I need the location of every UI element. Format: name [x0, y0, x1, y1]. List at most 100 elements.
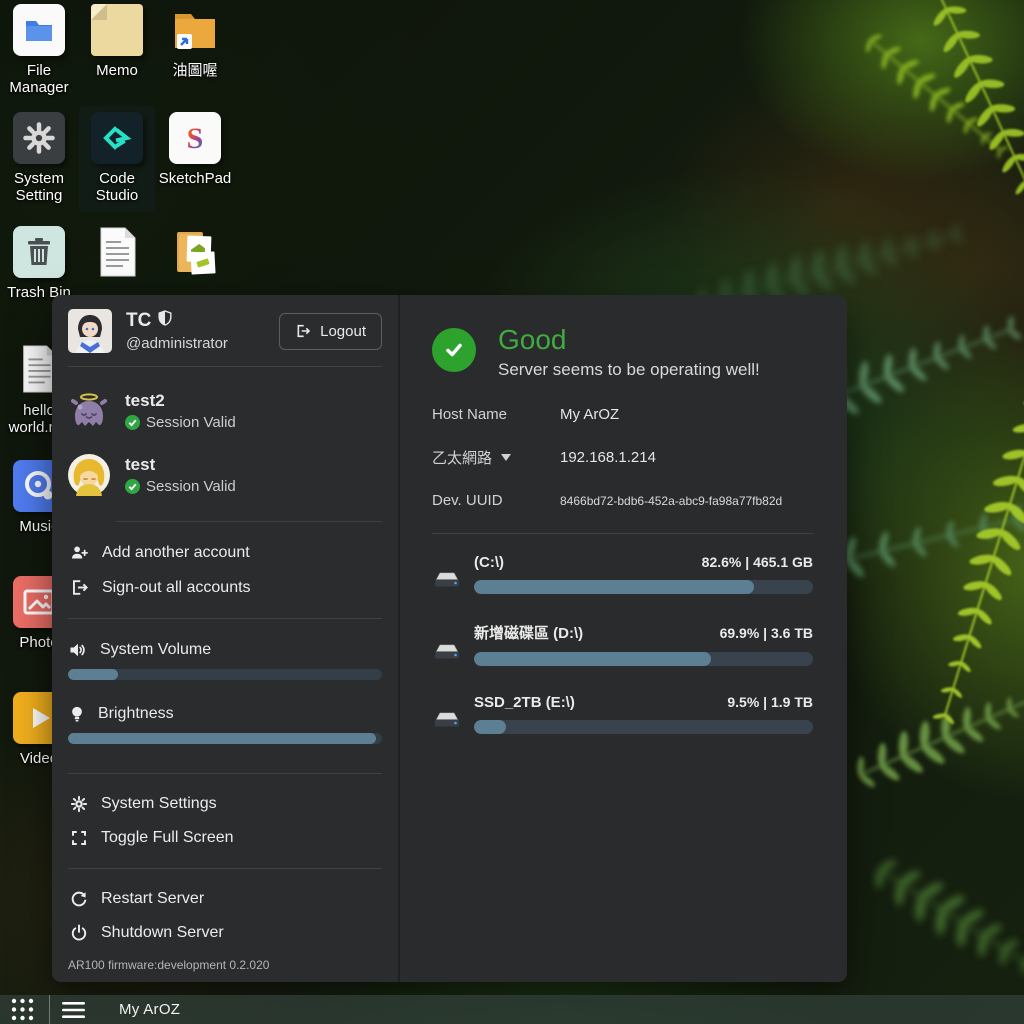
volume-label-row: System Volume: [68, 640, 382, 660]
file-manager-icon: [13, 4, 65, 56]
menu-label: Add another account: [102, 544, 250, 562]
chevron-down-icon: [501, 454, 511, 461]
server-status-panel: Good Server seems to be operating well! …: [400, 295, 847, 982]
person-plus-icon: [70, 543, 89, 562]
shield-half-icon: [158, 310, 172, 332]
logout-button[interactable]: Logout: [279, 313, 382, 350]
grid-icon: [10, 997, 35, 1022]
desktop-screen: File Manager Memo 油圖喔 System Settin: [0, 0, 1024, 1024]
icon-label: 油圖喔: [157, 62, 233, 79]
toggle-fullscreen-item[interactable]: Toggle Full Screen: [68, 821, 382, 855]
icon-label: Code Studio: [79, 170, 155, 204]
hard-drive-icon: [432, 569, 462, 594]
disk-usage-fill: [474, 580, 754, 594]
network-label: 乙太網路: [432, 447, 492, 468]
hostname-value: My ArOZ: [560, 406, 619, 423]
logout-label: Logout: [320, 323, 366, 340]
menu-button[interactable]: [50, 1002, 101, 1018]
disk-name: SSD_2TB (E:\): [474, 694, 575, 711]
disk-usage-fill: [474, 652, 711, 666]
disk-usage-fill: [474, 720, 506, 734]
gear-icon: [70, 795, 88, 813]
hostname-label: Host Name: [432, 406, 507, 423]
desktop-icon-trash-bin[interactable]: Trash Bin: [1, 226, 77, 301]
network-row: 乙太網路 192.168.1.214: [432, 447, 813, 468]
system-settings-item[interactable]: System Settings: [68, 787, 382, 821]
user-header: TC @administrator Logout: [68, 309, 382, 353]
account-row-test[interactable]: test Session Valid: [68, 454, 382, 496]
divider: [432, 533, 813, 534]
account-avatar: [68, 454, 110, 496]
status-subtitle: Server seems to be operating well!: [498, 360, 760, 380]
icon-label: Memo: [79, 62, 155, 79]
divider: [68, 773, 382, 774]
user-menu-panel: TC @administrator Logout: [52, 295, 398, 982]
disk-name: 新增磁碟區 (D:\): [474, 622, 583, 643]
hard-drive-icon: [432, 641, 462, 666]
brightness-label-row: Brightness: [68, 704, 382, 724]
ip-address-value: 192.168.1.214: [560, 449, 656, 466]
memo-icon: [91, 4, 143, 56]
volume-label: System Volume: [100, 641, 211, 659]
svg-text:S: S: [187, 122, 204, 155]
icon-label: SketchPad: [157, 170, 233, 187]
hard-drive-icon: [432, 709, 462, 734]
restart-icon: [70, 890, 88, 908]
user-name: TC: [126, 310, 151, 332]
uuid-row: Dev. UUID 8466bd72-bdb6-452a-abc9-fa98a7…: [432, 492, 813, 509]
desktop-icon-file-manager[interactable]: File Manager: [1, 4, 77, 96]
brightness-slider[interactable]: [68, 733, 382, 744]
folder-shortcut-icon: [169, 4, 221, 56]
user-names: TC @administrator: [126, 310, 279, 352]
shutdown-server-item[interactable]: Shutdown Server: [68, 916, 382, 950]
session-status: Session Valid: [146, 478, 236, 495]
menu-label: Sign-out all accounts: [102, 579, 251, 597]
check-circle-icon: [125, 479, 140, 494]
menu-label: Restart Server: [101, 890, 204, 908]
desktop-icon-shortcut-folder[interactable]: 油圖喔: [157, 4, 233, 79]
desktop-icon-memo[interactable]: Memo: [79, 4, 155, 79]
check-circle-icon: [125, 415, 140, 430]
taskbar-title: My ArOZ: [119, 1001, 180, 1018]
status-title: Good: [498, 325, 760, 355]
code-studio-icon: [91, 112, 143, 164]
account-name: test: [125, 455, 236, 475]
restart-server-item[interactable]: Restart Server: [68, 882, 382, 916]
disk-row-d: 新增磁碟區 (D:\) 69.9% | 3.6 TB: [432, 622, 813, 666]
disk-usage: 9.5% | 1.9 TB: [727, 694, 813, 710]
disk-usage-bar: [474, 652, 813, 666]
disk-usage-bar: [474, 580, 813, 594]
user-handle: @administrator: [126, 335, 279, 352]
status-check-icon: [432, 328, 476, 372]
power-icon: [70, 924, 88, 942]
icon-label: System Setting: [1, 170, 77, 204]
trash-icon: [13, 226, 65, 278]
user-avatar: [68, 309, 112, 353]
taskbar: My ArOZ: [0, 995, 1024, 1024]
menu-label: System Settings: [101, 795, 217, 813]
hamburger-icon: [62, 1002, 85, 1018]
volume-slider[interactable]: [68, 669, 382, 680]
network-selector[interactable]: 乙太網路: [432, 447, 560, 468]
brightness-label: Brightness: [98, 705, 174, 723]
document-icon: [93, 226, 141, 278]
desktop-icon-document[interactable]: [79, 226, 155, 284]
account-row-test2[interactable]: test2 Session Valid: [68, 390, 382, 432]
add-account-item[interactable]: Add another account: [68, 535, 382, 570]
firmware-version: AR100 firmware:development 0.2.020: [68, 950, 382, 972]
brightness-slider-fill: [68, 733, 376, 744]
desktop-icon-code-studio[interactable]: Code Studio: [79, 106, 155, 212]
session-status: Session Valid: [146, 414, 236, 431]
uuid-value: 8466bd72-bdb6-452a-abc9-fa98a77fb82d: [560, 494, 782, 508]
divider: [68, 868, 382, 869]
app-launcher-button[interactable]: [0, 997, 49, 1022]
signout-all-item[interactable]: Sign-out all accounts: [68, 570, 382, 605]
desktop-icon-system-setting[interactable]: System Setting: [1, 112, 77, 204]
logout-icon: [295, 323, 311, 339]
divider: [68, 618, 382, 619]
desktop-icon-sketchpad[interactable]: S SketchPad: [157, 112, 233, 187]
desktop-icon-folder-images[interactable]: [157, 226, 233, 284]
volume-slider-fill: [68, 669, 118, 680]
folder-images-icon: [169, 226, 221, 278]
disk-usage: 82.6% | 465.1 GB: [702, 554, 813, 570]
